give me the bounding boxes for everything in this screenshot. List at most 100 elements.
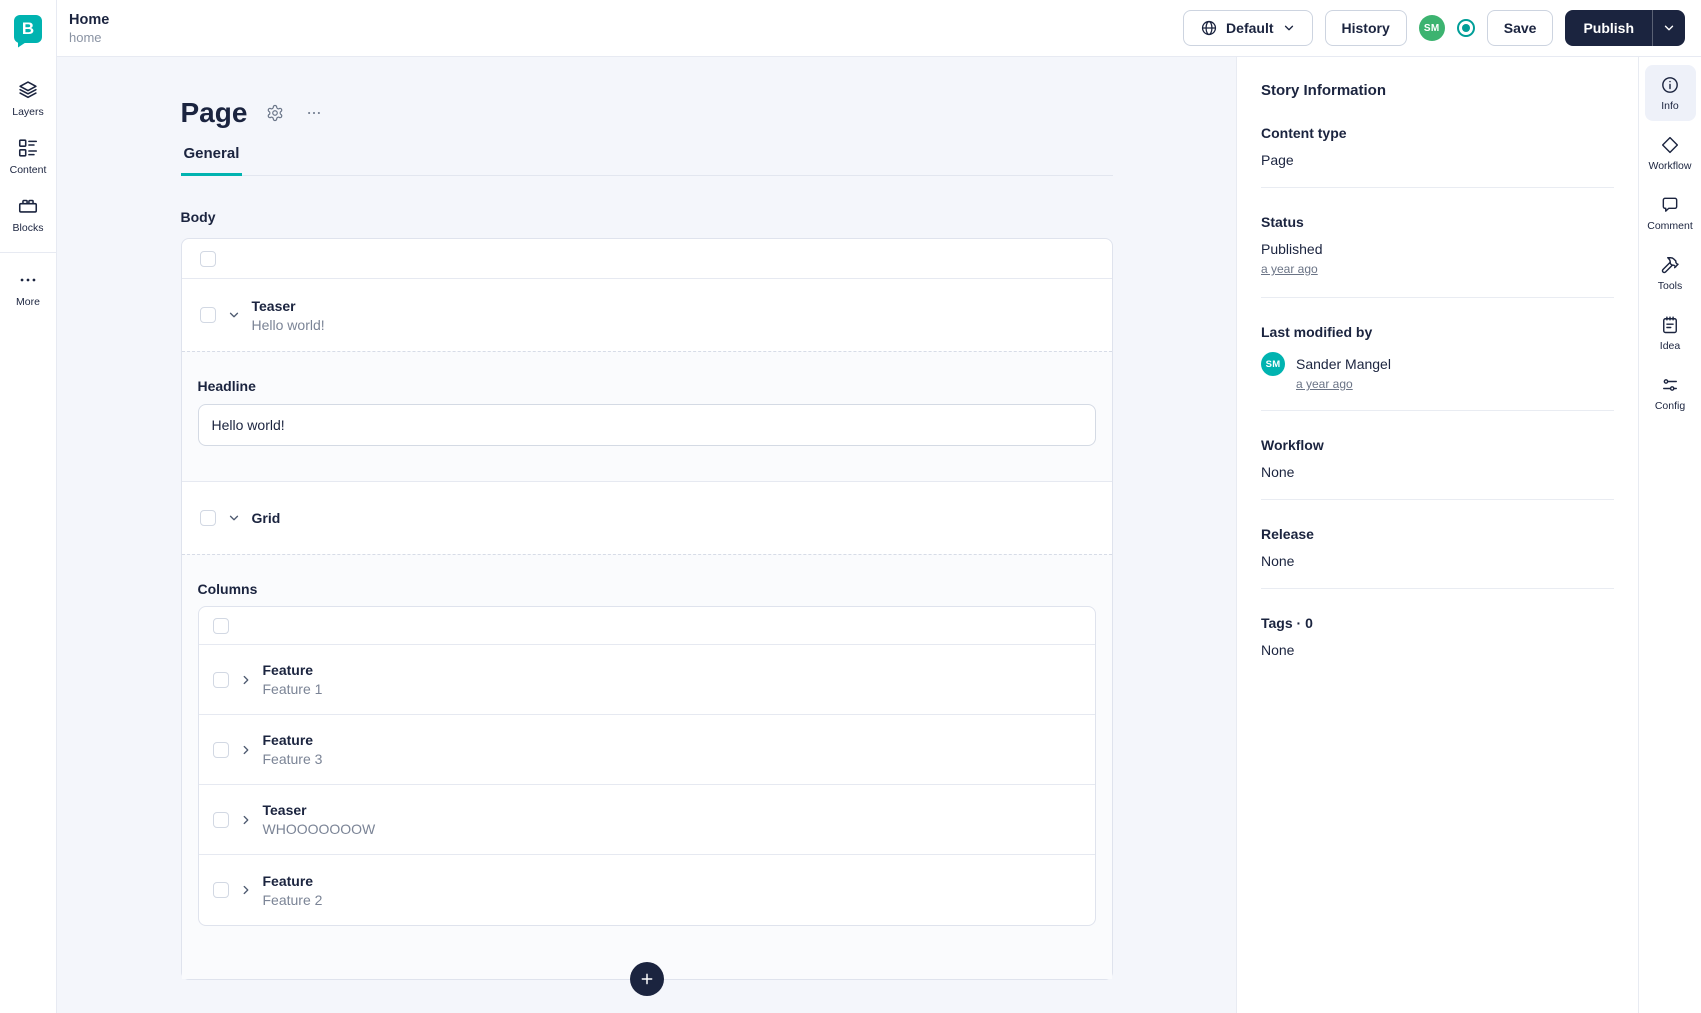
body-field-label: Body xyxy=(180,209,216,225)
sidebar-item-more[interactable]: More xyxy=(0,259,56,317)
workflow-label: Workflow xyxy=(1261,437,1324,453)
content-type-label: Content type xyxy=(1261,125,1347,141)
tags-section: Tags · 0 None xyxy=(1261,589,1614,677)
collapse-block-button[interactable] xyxy=(227,308,241,322)
block-row-grid[interactable]: Grid xyxy=(182,482,1112,554)
card-select-row xyxy=(181,239,1112,279)
main-column: Home home Default History SM Save Publis… xyxy=(57,0,1701,1013)
headline-input[interactable] xyxy=(197,404,1096,446)
expand-block-button[interactable] xyxy=(239,813,253,827)
modified-by-avatar: SM xyxy=(1261,352,1285,376)
blocks-icon xyxy=(18,199,38,213)
tags-label: Tags · 0 xyxy=(1261,615,1313,631)
layers-icon xyxy=(19,81,37,99)
modified-time-link[interactable]: a year ago xyxy=(1296,377,1391,391)
block-checkbox[interactable] xyxy=(212,741,229,758)
page-title: Page xyxy=(180,97,248,128)
block-title: Grid xyxy=(251,510,281,526)
block-row-teaser-whoooooooow[interactable]: Teaser WHOOOOOOOW xyxy=(198,785,1095,855)
tab-config[interactable]: Config xyxy=(1645,365,1696,421)
block-title: Feature xyxy=(262,732,314,748)
sidebar-item-blocks[interactable]: Blocks xyxy=(0,185,56,243)
workflow-value: None xyxy=(1261,464,1295,480)
tab-comment[interactable]: Comment xyxy=(1645,185,1696,241)
story-slug: home xyxy=(69,29,102,45)
tab-idea[interactable]: Idea xyxy=(1645,305,1696,361)
sidebar-item-layers[interactable]: Layers xyxy=(0,69,56,127)
tab-info[interactable]: Info xyxy=(1644,65,1696,121)
info-icon xyxy=(1662,77,1678,93)
chevron-down-icon xyxy=(1664,25,1674,31)
ellipsis-icon xyxy=(308,111,321,115)
release-value: None xyxy=(1261,553,1295,569)
language-selector[interactable]: Default xyxy=(1183,10,1313,46)
grid-expanded-fields: Columns Feature Feature 1 Feature Featur… xyxy=(181,554,1112,979)
editor-area: Page General Body Teaser Hello world! He… xyxy=(57,57,1236,1013)
sidebar-item-content[interactable]: Content xyxy=(0,127,56,185)
collapse-block-button[interactable] xyxy=(227,511,241,525)
save-button[interactable]: Save xyxy=(1486,10,1554,46)
page-settings-button[interactable] xyxy=(264,102,286,124)
storyblok-logo[interactable]: B xyxy=(0,0,56,57)
block-row-feature-2[interactable]: Feature Feature 2 xyxy=(199,855,1095,925)
expand-block-button[interactable] xyxy=(239,743,253,757)
block-row-feature-1[interactable]: Feature Feature 1 xyxy=(198,645,1095,715)
content-icon xyxy=(18,139,38,157)
block-checkbox[interactable] xyxy=(212,671,229,688)
history-button[interactable]: History xyxy=(1324,10,1407,46)
left-rail: B Layers Content Blocks More xyxy=(0,0,57,1013)
block-title: Feature xyxy=(262,662,314,678)
block-checkbox[interactable] xyxy=(199,307,216,323)
gear-icon xyxy=(268,104,283,122)
release-label: Release xyxy=(1261,526,1314,542)
add-block-button[interactable] xyxy=(629,962,664,996)
block-row-teaser[interactable]: Teaser Hello world! xyxy=(182,279,1112,351)
status-section: Status Published a year ago xyxy=(1261,188,1614,298)
app-root: B Layers Content Blocks More Home home D… xyxy=(0,0,1701,1013)
globe-icon xyxy=(1201,20,1217,36)
more-icon xyxy=(20,278,36,282)
block-checkbox[interactable] xyxy=(212,882,229,898)
chevron-down-icon xyxy=(229,312,238,318)
breadcrumb: Home home xyxy=(69,12,109,45)
block-checkbox[interactable] xyxy=(199,510,216,526)
content-row: Page General Body Teaser Hello world! He… xyxy=(57,57,1701,1013)
story-title: Home xyxy=(69,11,110,28)
publish-dropdown-toggle[interactable] xyxy=(1652,10,1685,46)
status-label: Status xyxy=(1261,214,1304,230)
tags-value: None xyxy=(1261,642,1295,658)
rail-divider xyxy=(0,252,56,253)
page-more-button[interactable] xyxy=(303,102,325,124)
chevron-right-icon xyxy=(243,745,248,754)
block-title: Feature xyxy=(262,872,314,889)
block-subtitle: Feature 2 xyxy=(262,891,323,908)
block-checkbox[interactable] xyxy=(212,811,229,828)
story-information-panel: Story Information Content type Page Stat… xyxy=(1236,57,1638,1013)
columns-field-label: Columns xyxy=(197,581,258,597)
columns-block-card: Feature Feature 1 Feature Feature 3 Teas… xyxy=(197,606,1096,926)
modified-by-name: Sander Mangel xyxy=(1296,356,1391,372)
right-icon-rail: Info Workflow Comment Tools Idea Config xyxy=(1638,57,1701,1013)
expand-block-button[interactable] xyxy=(239,883,253,897)
idea-icon xyxy=(1663,316,1677,334)
status-value: Published xyxy=(1261,241,1323,257)
page-head: Page xyxy=(181,97,1113,129)
language-selector-label: Default xyxy=(1226,20,1274,36)
status-time-link[interactable]: a year ago xyxy=(1261,262,1318,276)
block-subtitle: WHOOOOOOOW xyxy=(262,821,376,837)
radio-dot-icon[interactable] xyxy=(1456,19,1475,37)
select-all-checkbox[interactable] xyxy=(212,617,229,634)
block-row-feature-3[interactable]: Feature Feature 3 xyxy=(198,715,1095,785)
publish-label: Publish xyxy=(1583,20,1634,36)
chevron-right-icon xyxy=(243,815,248,824)
user-avatar[interactable]: SM xyxy=(1418,15,1445,41)
tab-tools[interactable]: Tools xyxy=(1645,245,1696,301)
sidebar-item-label: Blocks xyxy=(12,222,44,234)
top-actions: Default History SM Save Publish xyxy=(1183,10,1685,46)
tab-general[interactable]: General xyxy=(180,145,243,176)
select-all-checkbox[interactable] xyxy=(199,250,216,267)
publish-button[interactable]: Publish xyxy=(1565,10,1685,46)
expand-block-button[interactable] xyxy=(239,673,253,687)
body-block-card: Teaser Hello world! Headline Hello world… xyxy=(180,238,1113,996)
tab-workflow[interactable]: Workflow xyxy=(1645,125,1696,181)
